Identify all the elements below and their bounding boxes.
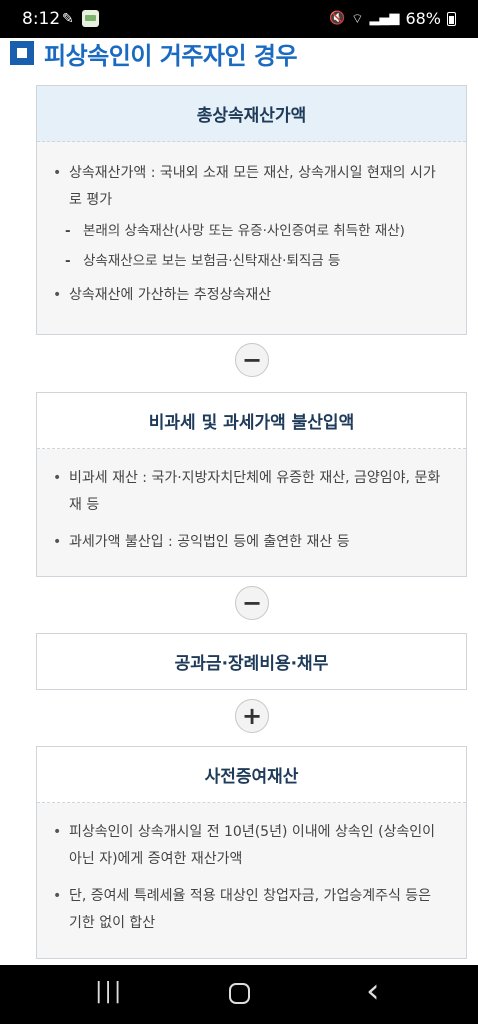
bullet-icon: • <box>53 470 62 486</box>
minus-icon: − <box>235 343 269 377</box>
back-button[interactable]: ‹ <box>366 971 380 1011</box>
box-non-taxable: 비과세 및 과세가액 불산입액 • 비과세 재산 : 국가·지방자치단체에 유증… <box>36 392 467 577</box>
recents-button[interactable]: ||| <box>95 979 123 1004</box>
bullet-icon: • <box>53 534 62 550</box>
signal-icon: ▂▄▆ <box>369 11 400 26</box>
box-prior-gift: 사전증여재산 • 피상속인이 상속개시일 전 10년(5년) 이내에 상속인 (… <box>36 746 467 959</box>
app-notification-icon <box>82 10 99 27</box>
list-item: • 단, 증여세 특례세율 적용 대상인 창업자금, 가업승계주식 등은 기한 … <box>53 883 448 937</box>
box-title: 비과세 및 과세가액 불산입액 <box>37 393 466 449</box>
sub-list-item: - 본래의 상속재산(사망 또는 유증·사인증여로 취득한 재산) <box>65 218 448 244</box>
mute-icon: 🔇 <box>329 11 346 26</box>
battery-percent: 68% <box>405 9 441 28</box>
square-bullet-icon <box>10 41 34 65</box>
dash-icon: - <box>65 253 71 269</box>
sub-list-item: - 상속재산으로 보는 보험금·신탁재산·퇴직금 등 <box>65 248 448 274</box>
wifi-icon: ⌔ <box>351 11 364 27</box>
bullet-icon: • <box>53 824 62 840</box>
bullet-icon: • <box>53 165 62 181</box>
status-time: 8:12 <box>22 9 61 29</box>
bullet-icon: • <box>53 287 62 303</box>
link-icon: ✎ <box>62 11 74 27</box>
home-button[interactable] <box>229 983 250 1004</box>
page-title: 피상속인이 거주자인 경우 <box>44 41 298 70</box>
box-total-inheritance: 총상속재산가액 • 상속재산가액 : 국내외 소재 모든 재산, 상속개시일 현… <box>36 85 467 335</box>
status-bar: 8:12 ✎ 🔇 ⌔ ▂▄▆ 68% <box>0 0 478 38</box>
list-item: • 피상속인이 상속개시일 전 10년(5년) 이내에 상속인 (상속인이 아닌… <box>53 819 448 873</box>
system-nav-bar: ||| ‹ <box>0 965 478 1024</box>
page-heading: 피상속인이 거주자인 경우 <box>10 36 298 70</box>
dash-icon: - <box>65 223 71 239</box>
box-public-charges: 공과금·장례비용·채무 <box>36 633 467 690</box>
box-title: 총상속재산가액 <box>37 86 466 142</box>
battery-icon <box>447 11 456 26</box>
list-item: • 비과세 재산 : 국가·지방자치단체에 유증한 재산, 금양임야, 문화재 … <box>53 465 448 519</box>
list-item: • 과세가액 불산입 : 공익법인 등에 출연한 재산 등 <box>53 529 448 556</box>
bullet-icon: • <box>53 888 62 904</box>
minus-icon: − <box>235 586 269 620</box>
list-item: • 상속재산가액 : 국내외 소재 모든 재산, 상속개시일 현재의 시가로 평… <box>53 160 448 214</box>
box-title: 공과금·장례비용·채무 <box>37 634 466 689</box>
list-item: • 상속재산에 가산하는 추정상속재산 <box>53 282 448 309</box>
box-title: 사전증여재산 <box>37 747 466 803</box>
plus-icon: + <box>235 699 269 733</box>
